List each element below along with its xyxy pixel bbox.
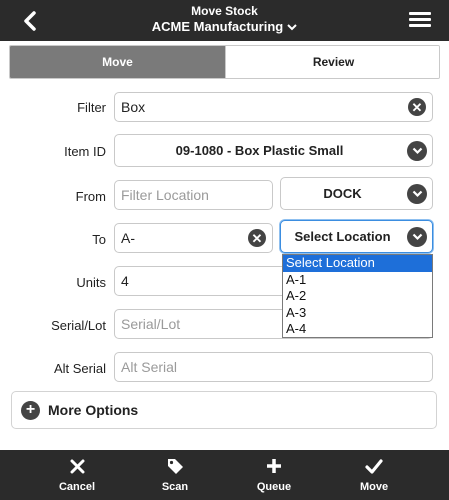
cancel-label: Cancel — [58, 481, 96, 493]
queue-button[interactable]: Queue — [229, 450, 319, 500]
clear-filter-icon[interactable]: ✕ — [408, 98, 426, 116]
plus-circle-icon: + — [21, 400, 40, 420]
units-value: 4 — [121, 273, 129, 289]
page-title: Move Stock — [191, 4, 258, 18]
to-location-dropdown-list: Select Location A-1 A-2 A-3 A-4 — [282, 254, 433, 338]
chevron-down-icon — [407, 184, 427, 204]
from-location-filter-input[interactable]: Filter Location — [114, 180, 273, 210]
tab-bar: Move Review — [9, 45, 440, 79]
to-location-value: Select Location — [294, 229, 391, 244]
company-name: ACME Manufacturing — [151, 19, 284, 34]
scan-label: Scan — [161, 481, 189, 493]
to-location-select[interactable]: Select Location — [280, 220, 433, 253]
dropdown-option[interactable]: A-1 — [283, 272, 432, 289]
hamburger-menu-icon — [409, 12, 431, 15]
to-location-filter-value: A- — [121, 230, 135, 246]
clear-to-filter-icon[interactable]: ✕ — [248, 229, 266, 247]
chevron-down-icon — [407, 227, 427, 247]
action-bar: Cancel Scan Queue Move — [0, 450, 449, 500]
from-label: From — [75, 189, 106, 204]
plus-icon — [266, 456, 282, 476]
from-location-select[interactable]: DOCK — [280, 177, 433, 210]
close-icon — [70, 456, 85, 476]
to-label: To — [92, 232, 106, 247]
more-options-button[interactable]: + More Options — [11, 391, 437, 429]
more-options-label: More Options — [48, 402, 139, 418]
dropdown-option[interactable]: Select Location — [283, 255, 432, 272]
dropdown-option[interactable]: A-3 — [283, 305, 432, 322]
chevron-down-icon — [407, 141, 427, 161]
tab-move[interactable]: Move — [10, 46, 225, 78]
serial-lot-label: Serial/Lot — [51, 318, 106, 333]
dropdown-option[interactable]: A-2 — [283, 288, 432, 305]
to-location-filter-input[interactable]: A- ✕ — [114, 223, 273, 253]
checkmark-icon — [365, 456, 383, 476]
from-location-value: DOCK — [323, 186, 362, 201]
move-button[interactable]: Move — [329, 450, 419, 500]
filter-input[interactable]: Box ✕ — [114, 92, 433, 122]
queue-label: Queue — [256, 481, 292, 493]
menu-button[interactable] — [409, 9, 431, 31]
app-header: Move Stock ACME Manufacturing — [0, 0, 449, 41]
filter-label: Filter — [77, 100, 106, 115]
chevron-down-icon — [287, 23, 297, 30]
filter-value: Box — [121, 99, 146, 115]
alt-serial-label: Alt Serial — [53, 361, 106, 376]
move-label: Move — [359, 481, 389, 493]
move-panel: Move Review Filter Box ✕ Item ID 09-1080… — [0, 41, 449, 450]
company-selector[interactable]: ACME Manufacturing — [0, 19, 449, 34]
serial-lot-placeholder: Serial/Lot — [121, 316, 181, 332]
tab-review[interactable]: Review — [225, 46, 439, 78]
item-id-select[interactable]: 09-1080 - Box Plastic Small — [114, 134, 433, 167]
alt-serial-placeholder: Alt Serial — [121, 359, 178, 375]
cancel-button[interactable]: Cancel — [32, 450, 122, 500]
units-label: Units — [76, 275, 106, 290]
dropdown-option[interactable]: A-4 — [283, 321, 432, 338]
alt-serial-input[interactable]: Alt Serial — [114, 352, 433, 382]
from-location-placeholder: Filter Location — [121, 187, 209, 203]
tag-icon — [167, 456, 184, 476]
main-content: Move Review Filter Box ✕ Item ID 09-1080… — [0, 41, 449, 450]
scan-button[interactable]: Scan — [130, 450, 220, 500]
item-id-value: 09-1080 - Box Plastic Small — [175, 143, 344, 158]
item-id-label: Item ID — [64, 144, 106, 159]
